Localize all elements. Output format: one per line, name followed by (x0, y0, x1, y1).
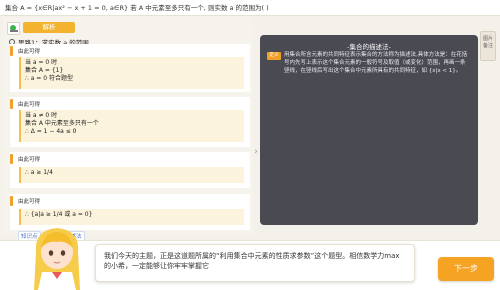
solution-card: 由此可得 当 a = 0 时 集合 A = {1} ∴ a = 0 符合题型 (10, 44, 250, 92)
card-heading: 由此可得 (18, 157, 41, 163)
narration-bubble: 我们今天的主题，正是这道题所属的“利用集合中元素的性质求参数”这个题型。相信数学… (95, 244, 415, 282)
concept-title: -集合的描述法- (347, 43, 391, 51)
card-line: ∴ a = 0 符合题型 (25, 75, 73, 82)
card-content: ∴ a ≥ 1/4 (19, 167, 244, 183)
solution-card: 由此可得 当 a ≠ 0 时 集合 A 中元素至多只有一个 ∴ Δ = 1 − … (10, 97, 250, 147)
card-heading: 由此可得 (18, 102, 41, 108)
card-heading: 由此可得 (18, 49, 41, 55)
analysis-panel: 解析 思路1：求实数 a 的范围 由此可得 当 a = 0 时 集合 A = {… (3, 17, 253, 235)
card-accent (10, 99, 13, 109)
card-accent (10, 196, 13, 206)
card-content: 当 a ≠ 0 时 集合 A 中元素至多只有一个 ∴ Δ = 1 − 4a ≤ … (19, 110, 244, 142)
card-line: 集合 A = {1} (25, 67, 64, 74)
solution-card: 由此可得 ∴ a ≥ 1/4 (10, 152, 250, 188)
next-step-button[interactable]: 下一步 (438, 257, 494, 281)
image-note-tab[interactable]: 图片 备注 (480, 31, 496, 61)
card-line: ∴ a ≥ 1/4 (25, 169, 53, 176)
card-line: 集合 A 中元素至多只有一个 (25, 120, 99, 127)
card-line: ∴ Δ = 1 − 4a ≤ 0 (25, 128, 77, 135)
avatar (34, 228, 80, 290)
card-heading: 由此可得 (18, 199, 41, 205)
card-line: 当 a ≠ 0 时 (25, 112, 58, 119)
definition-badge: 定义 (267, 52, 281, 60)
card-line: 当 a = 0 时 (25, 59, 58, 66)
app-logo-icon (7, 22, 20, 35)
card-accent (10, 154, 13, 164)
image-note-label: 图片 备注 (482, 36, 493, 49)
card-content: 当 a = 0 时 集合 A = {1} ∴ a = 0 符合题型 (19, 57, 244, 89)
card-line: ∴ {a|a ≥ 1/4 或 a = 0} (25, 211, 93, 218)
question-text: 集合 A = {x∈R|ax² − x + 1 = 0, a∈R} 若 A 中元… (0, 0, 500, 16)
concept-text: 用集合所含元素的共同特征表示集合的方法称为描述法,具体方法是：在花括号内先写上表… (284, 52, 468, 74)
concept-panel: -集合的描述法- 定义 用集合所含元素的共同特征表示集合的方法称为描述法,具体方… (260, 35, 478, 225)
chevron-right-icon[interactable]: › (253, 143, 259, 161)
tab-analysis[interactable]: 解析 (23, 22, 75, 33)
card-accent (10, 46, 13, 56)
